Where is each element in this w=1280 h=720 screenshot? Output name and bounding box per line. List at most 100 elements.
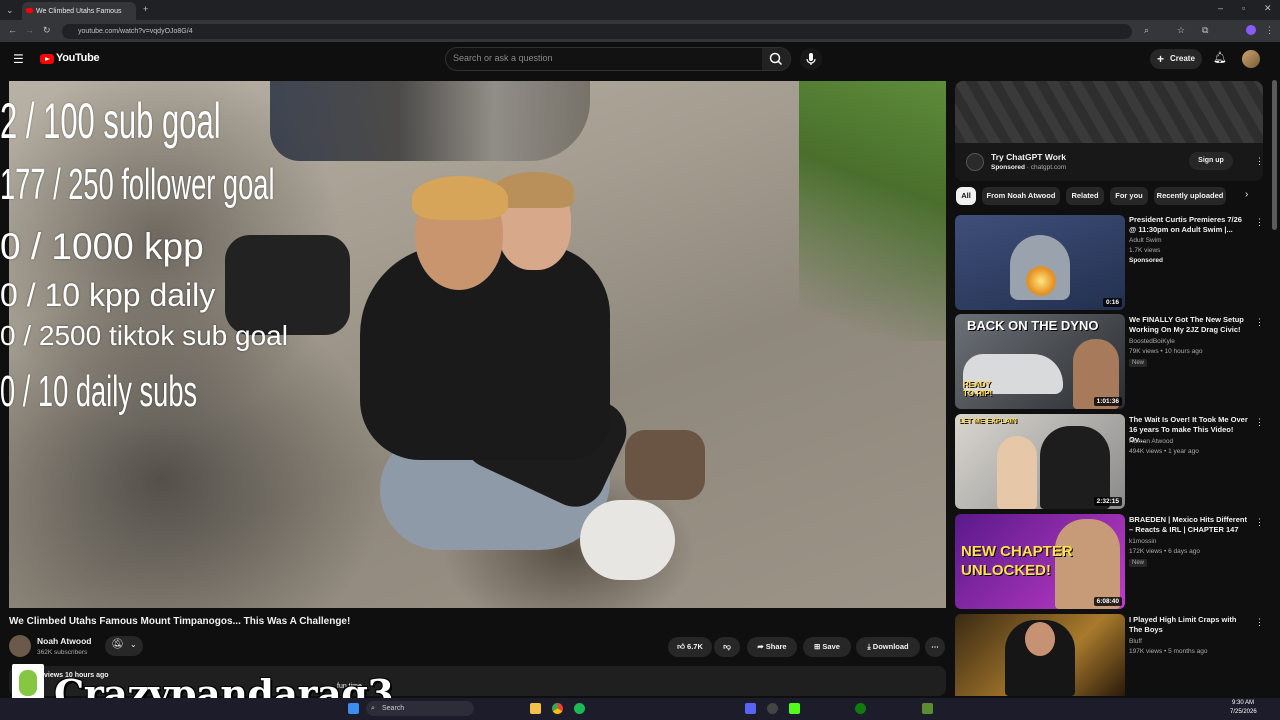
ad-title[interactable]: Try ChatGPT Work: [991, 152, 1066, 162]
windows-start-icon[interactable]: [348, 703, 359, 714]
video-title[interactable]: President Curtis Premieres 7/26 @ 11:30p…: [1129, 215, 1251, 235]
chips-next-chevron-icon[interactable]: ›: [1245, 189, 1248, 200]
chip-for-you[interactable]: For you: [1110, 187, 1148, 205]
minecraft-icon[interactable]: [922, 703, 933, 714]
save-label: Save: [822, 642, 840, 651]
chatgpt-logo-icon: [966, 153, 984, 171]
back-icon[interactable]: ←: [8, 26, 17, 35]
profile-icon[interactable]: [1246, 25, 1256, 35]
video-title[interactable]: BRAEDEN | Mexico Hits Different – Reacts…: [1129, 515, 1251, 535]
video-more-icon[interactable]: ⋮: [1255, 217, 1264, 228]
video-channel[interactable]: Adult Swim: [1129, 237, 1162, 244]
extensions-icon[interactable]: ⧉: [1202, 26, 1208, 35]
video-scene-grass: [799, 81, 946, 341]
close-window-icon[interactable]: ✕: [1264, 4, 1272, 13]
taskbar-date[interactable]: 7/25/2026: [1230, 709, 1257, 715]
like-button[interactable]: 👍︎ 6.7K: [668, 637, 712, 657]
taskbar-time[interactable]: 9:30 AM: [1232, 700, 1254, 706]
channel-name[interactable]: Noah Atwood: [37, 636, 91, 646]
bookmark-star-icon[interactable]: ☆: [1177, 26, 1185, 35]
chip-recently-uploaded[interactable]: Recently uploaded: [1154, 187, 1226, 205]
share-button[interactable]: ➦ Share: [747, 637, 797, 657]
sidebar-scrollbar[interactable]: [1272, 80, 1277, 230]
ad-more-icon[interactable]: ⋮: [1255, 156, 1264, 167]
url-field[interactable]: youtube.com/watch?v=vqdyOJo8G/4: [62, 24, 1132, 39]
kick-icon[interactable]: [789, 703, 800, 714]
thumbnail-person-left: [997, 436, 1037, 509]
ad-signup-button[interactable]: Sign up: [1189, 152, 1233, 170]
taskbar-search[interactable]: ⌕ Search: [366, 701, 474, 716]
video-title[interactable]: We FINALLY Got The New Setup Working On …: [1129, 315, 1251, 335]
thumbnail-text: LET ME EXPLAIN: [959, 418, 1017, 425]
video-channel[interactable]: Bluff: [1129, 638, 1142, 645]
chevron-down-icon: ⌄: [130, 640, 137, 649]
video-more-icon[interactable]: ⋮: [1255, 317, 1264, 328]
ad-sponsored-line: Sponsored · chatgpt.com: [991, 164, 1067, 171]
video-thumbnail[interactable]: NEW CHAPTER UNLOCKED! 6:08:40: [955, 514, 1125, 609]
new-tab-icon[interactable]: +: [143, 5, 148, 14]
more-actions-button[interactable]: ⋯: [925, 637, 945, 657]
dislike-button[interactable]: 👎︎: [714, 637, 740, 657]
xbox-icon[interactable]: [855, 703, 866, 714]
discord-icon[interactable]: [745, 703, 756, 714]
chrome-icon[interactable]: [552, 703, 563, 714]
tab-list-icon[interactable]: ⌄: [6, 6, 14, 15]
more-horizontal-icon: ⋯: [931, 642, 939, 651]
ad-banner-image[interactable]: [955, 81, 1263, 143]
reload-icon[interactable]: ↻: [43, 26, 51, 35]
account-avatar[interactable]: [1242, 50, 1260, 68]
notifications-bell-icon[interactable]: 🔔︎: [1213, 53, 1227, 64]
channel-avatar[interactable]: [9, 635, 31, 657]
browser-tab-bar: [0, 0, 1280, 20]
subscribe-notifications-button[interactable]: 🔕︎ ⌄: [105, 636, 143, 656]
zoom-icon[interactable]: ⌕: [1144, 26, 1149, 35]
video-channel[interactable]: Roman Atwood: [1129, 438, 1173, 445]
save-button[interactable]: ⊞ Save: [803, 637, 851, 657]
chip-from-channel[interactable]: From Noah Atwood: [982, 187, 1060, 205]
taskbar-search-label: Search: [382, 705, 405, 712]
search-placeholder: Search or ask a question: [453, 53, 553, 63]
hamburger-menu-icon[interactable]: ☰: [13, 53, 24, 65]
video-thumbnail[interactable]: 0:16: [955, 215, 1125, 310]
thumbnail-text: NEW CHAPTER UNLOCKED!: [961, 543, 1073, 579]
youtube-logo-text[interactable]: YouTube: [56, 52, 100, 64]
chip-all[interactable]: All: [956, 187, 976, 205]
maximize-icon[interactable]: ▫: [1242, 4, 1245, 13]
obs-icon[interactable]: [767, 703, 778, 714]
thumbnail-face: [1025, 622, 1055, 656]
browser-tab[interactable]: We Climbed Utahs Famous: [22, 2, 136, 20]
video-channel[interactable]: k1mossin: [1129, 538, 1156, 545]
thumbnail-subtext: READY TO RIP!: [963, 380, 993, 398]
video-meta: 1.7K views: [1129, 247, 1161, 254]
download-button[interactable]: ⤓ Download: [856, 637, 920, 657]
overlay-goal-subs: 2 / 100 sub goal: [0, 93, 221, 149]
search-icon: [769, 52, 783, 66]
browser-menu-icon[interactable]: ⋮: [1265, 26, 1274, 35]
minimize-icon[interactable]: –: [1218, 4, 1223, 13]
video-more-icon[interactable]: ⋮: [1255, 417, 1264, 428]
video-meta: 197K views • 5 months ago: [1129, 648, 1208, 655]
spotify-icon[interactable]: [574, 703, 585, 714]
video-title: We Climbed Utahs Famous Mount Timpanogos…: [9, 616, 351, 627]
video-thumbnail[interactable]: LET ME EXPLAIN 2:32:15: [955, 414, 1125, 509]
youtube-favicon-icon: [26, 8, 33, 13]
subscriber-count: 362K subscribers: [37, 649, 88, 656]
video-meta: 172K views • 6 days ago: [1129, 548, 1200, 555]
tab-title: We Climbed Utahs Famous: [36, 7, 122, 15]
search-button[interactable]: [762, 48, 790, 70]
video-more-icon[interactable]: ⋮: [1255, 617, 1264, 628]
file-explorer-icon[interactable]: [530, 703, 541, 714]
youtube-logo-icon[interactable]: [40, 54, 54, 64]
chip-related[interactable]: Related: [1066, 187, 1104, 205]
video-more-icon[interactable]: ⋮: [1255, 517, 1264, 528]
video-thumbnail[interactable]: [955, 614, 1125, 696]
overlay-goal-kpp: 0 / 1000 kpp: [0, 226, 204, 267]
video-channel[interactable]: BoostedBoiKyle: [1129, 338, 1175, 345]
voice-search-button[interactable]: [800, 48, 822, 70]
overlay-goal-followers: 177 / 250 follower goal: [0, 160, 275, 209]
video-thumbnail[interactable]: BACK ON THE DYNO READY TO RIP! 1:01:36: [955, 314, 1125, 409]
create-button[interactable]: + Create: [1150, 49, 1202, 69]
forward-icon[interactable]: →: [25, 26, 34, 35]
video-duration: 6:08:40: [1093, 597, 1122, 606]
video-title[interactable]: I Played High Limit Craps with The Boys: [1129, 615, 1251, 635]
